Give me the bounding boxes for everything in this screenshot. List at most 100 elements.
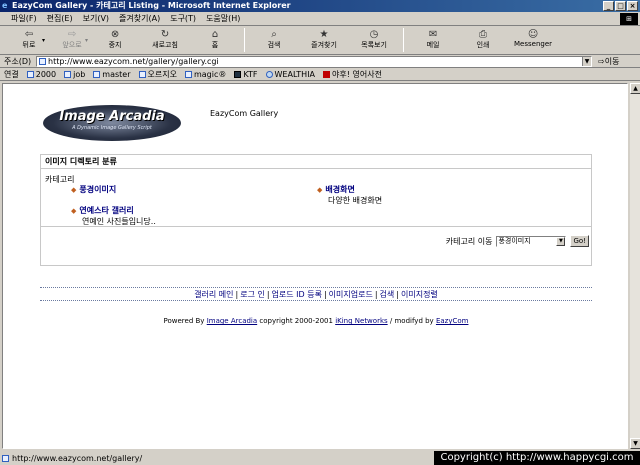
footer-script-link[interactable]: Image Arcadia (207, 317, 257, 325)
title-bar: e EazyCom Gallery - 카테고리 Listing - Micro… (0, 0, 640, 12)
favorites-button[interactable]: ★ 즐겨찾기 (299, 27, 349, 53)
home-icon: ⌂ (211, 29, 219, 40)
link-ktf[interactable]: KTF (234, 70, 258, 79)
divider (41, 226, 591, 227)
back-dropdown-icon[interactable]: ▾ (42, 37, 45, 44)
home-label: 홈 (211, 41, 219, 49)
vertical-scrollbar[interactable]: ▲ ▼ (629, 83, 640, 449)
search-icon: ⌕ (271, 29, 277, 40)
link-2000[interactable]: 2000 (26, 69, 57, 79)
close-button[interactable]: × (627, 1, 638, 11)
go-button[interactable]: ⇨이동 (598, 56, 619, 67)
category-select-value: 풍경이미지 (498, 236, 531, 245)
logo-title: Image Arcadia (59, 109, 165, 124)
link-page-icon (26, 70, 34, 78)
scroll-down-icon[interactable]: ▼ (630, 438, 640, 449)
link-label: 2000 (35, 69, 57, 79)
go-button[interactable]: Go! (570, 235, 589, 247)
back-label: 뒤로 (22, 41, 36, 49)
nav-image-sort[interactable]: 이미지정렬 (401, 290, 438, 299)
link-master[interactable]: master (93, 69, 131, 79)
nav-separator: | (266, 290, 270, 299)
messenger-label: Messenger (514, 40, 553, 48)
chevron-down-icon[interactable]: ▼ (556, 236, 566, 246)
printer-icon: ⎙ (479, 29, 488, 40)
nav-separator: | (374, 290, 378, 299)
stop-label: 중지 (108, 41, 122, 49)
mail-label: 메일 (426, 41, 440, 49)
stop-icon: ⊗ (110, 29, 120, 40)
footer-author-link[interactable]: iKing Networks (335, 317, 387, 325)
messenger-icon: ☺ (527, 29, 539, 40)
nav-upload-id-register[interactable]: 업로드 ID 등록 (272, 290, 322, 299)
link-yahoo-dictionary[interactable]: 야후! 영어사전 (323, 69, 382, 80)
category-jump: 카테고리 이동 풍경이미지 ▼ Go! (446, 235, 589, 247)
nav-separator: | (396, 290, 399, 299)
link-label: 오르지오 (147, 69, 177, 79)
print-button[interactable]: ⎙ 인쇄 (458, 27, 508, 53)
menu-view[interactable]: 보기(V) (78, 13, 114, 24)
category-item: ◆ 연예스타 갤러리 연예인 사진들입니당.. (71, 205, 156, 227)
messenger-button[interactable]: ☺ Messenger (508, 27, 558, 53)
minimize-button[interactable]: _ (603, 1, 614, 11)
favorites-label: 즐겨찾기 (311, 41, 337, 49)
mail-button[interactable]: ✉ 메일 (408, 27, 458, 53)
windows-logo-icon: ⊞ (620, 13, 638, 25)
diamond-bullet-icon: ◆ (71, 186, 77, 194)
page-viewport: Image Arcadia A Dynamic Image Gallery Sc… (2, 83, 628, 449)
nav-login[interactable]: 로그 인 (240, 290, 265, 299)
back-arrow-icon: ⇦ (24, 29, 34, 40)
nav-image-upload[interactable]: 이미지업로드 (329, 290, 373, 299)
history-icon: ◷ (369, 29, 379, 40)
stop-button[interactable]: ⊗ 중지 (90, 27, 140, 53)
category-select[interactable]: 풍경이미지 ▼ (496, 235, 567, 247)
menu-tools[interactable]: 도구(T) (165, 13, 201, 24)
nav-gallery-main[interactable]: 갤러리 메인 (194, 290, 233, 299)
menu-file[interactable]: 파일(F) (6, 13, 42, 24)
scroll-up-icon[interactable]: ▲ (630, 83, 640, 94)
category-link-celebrity[interactable]: 연예스타 갤러리 (79, 206, 133, 215)
link-magic[interactable]: magic® (184, 70, 226, 79)
link-orzio[interactable]: 오르지오 (138, 69, 177, 80)
site-title: EazyCom Gallery (210, 109, 279, 118)
status-url: http://www.eazycom.net/gallery/ (12, 453, 143, 463)
category-description: 다양한 배경화면 (328, 196, 383, 205)
forward-dropdown-icon[interactable]: ▾ (85, 37, 88, 44)
maximize-button[interactable]: □ (615, 1, 626, 11)
refresh-label: 새로고침 (152, 41, 178, 49)
nav-search[interactable]: 검색 (380, 290, 395, 299)
diamond-bullet-icon: ◆ (71, 207, 77, 215)
divider (40, 287, 592, 288)
status-text: http://www.eazycom.net/gallery/ (2, 454, 142, 463)
link-job[interactable]: job (64, 70, 85, 79)
image-arcadia-logo: Image Arcadia A Dynamic Image Gallery Sc… (43, 105, 181, 141)
footer-modifier-link[interactable]: EazyCom (436, 317, 469, 325)
category-link-wallpaper[interactable]: 배경화면 (325, 185, 354, 194)
toolbar-separator (244, 28, 246, 52)
link-label: master (102, 69, 131, 79)
category-item: ◆ 배경화면 다양한 배경화면 (317, 184, 382, 206)
wealthia-logo-icon (265, 70, 273, 78)
mail-icon: ✉ (428, 29, 438, 40)
menu-edit[interactable]: 편집(E) (42, 13, 78, 24)
refresh-button[interactable]: ↻ 새로고침 (140, 27, 190, 53)
menu-help[interactable]: 도움말(H) (201, 13, 245, 24)
link-wealthia[interactable]: WEALTHIA (265, 70, 315, 79)
divider (40, 300, 592, 301)
search-button[interactable]: ⌕ 검색 (249, 27, 299, 53)
address-dropdown-icon[interactable]: ▼ (582, 56, 591, 66)
link-label: job (73, 69, 86, 79)
address-input[interactable]: http://www.eazycom.net/gallery/gallery.c… (36, 55, 592, 67)
refresh-icon: ↻ (160, 29, 170, 40)
history-button[interactable]: ◷ 목록보기 (349, 27, 399, 53)
footer: Powered By Image Arcadia copyright 2000-… (40, 317, 592, 325)
menu-bar: 파일(F) 편집(E) 보기(V) 즐겨찾기(A) 도구(T) 도움말(H) ⊞ (0, 12, 640, 26)
menu-favorites[interactable]: 즐겨찾기(A) (114, 13, 165, 24)
nav-separator: | (323, 290, 327, 299)
logo-subtitle: A Dynamic Image Gallery Script (72, 125, 152, 131)
home-button[interactable]: ⌂ 홈 (190, 27, 240, 53)
category-item: ◆ 풍경이미지 (71, 184, 116, 195)
category-link-landscape[interactable]: 풍경이미지 (79, 185, 116, 194)
standard-toolbar: ⇦ 뒤로 ▾ ⇨ 앞으로 ▾ ⊗ 중지 ↻ 새로고침 ⌂ 홈 ⌕ 검색 ★ 즐겨… (0, 27, 640, 55)
footer-copyright: copyright 2000-2001 (259, 317, 333, 325)
